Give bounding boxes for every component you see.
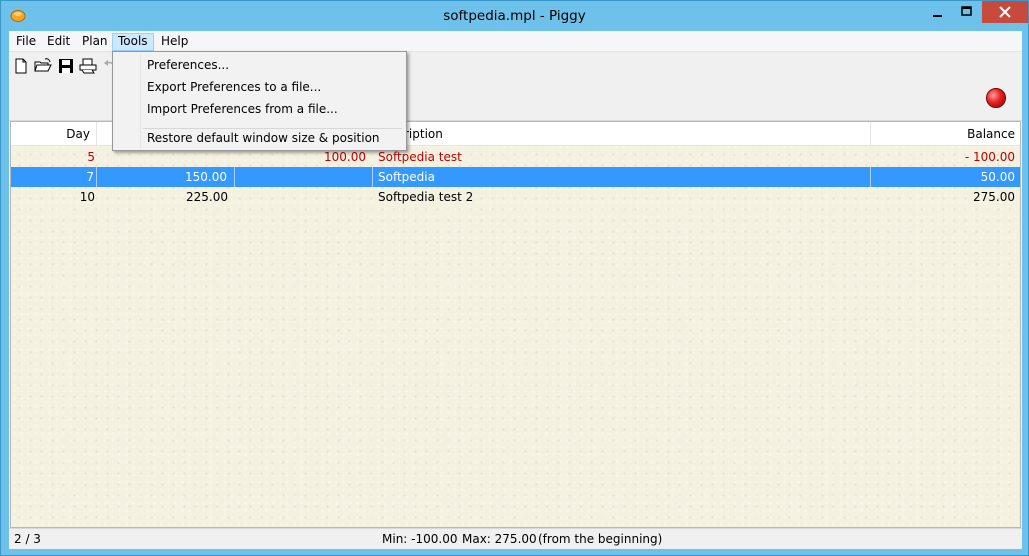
status-bar: 2 / 3 Min: -100.00 Max: 275.00 (from the… — [9, 528, 1022, 549]
cell-description: Softpedia test — [378, 150, 462, 164]
title-bar[interactable]: softpedia.mpl - Piggy — [1, 1, 1028, 31]
app-window: softpedia.mpl - Piggy File Edit Plan Too… — [0, 0, 1029, 556]
minimize-icon — [933, 15, 942, 17]
status-min: Min: -100.00 — [382, 532, 458, 546]
cell-day: 10 — [79, 190, 95, 204]
menu-gutter — [140, 54, 141, 148]
new-document-icon[interactable] — [12, 57, 30, 75]
menu-help[interactable]: Help — [156, 33, 193, 51]
menu-edit[interactable]: Edit — [42, 33, 75, 51]
tools-dropdown-menu: Preferences... Export Preferences to a f… — [112, 51, 407, 151]
cell-expense — [235, 167, 373, 187]
open-folder-icon[interactable] — [34, 57, 52, 75]
status-range: (from the beginning) — [538, 532, 663, 546]
cell-day: 7 — [11, 167, 97, 187]
menu-bar: File Edit Plan Tools Help — [9, 31, 1022, 52]
status-max: Max: 275.00 — [462, 532, 537, 546]
cell-description: Softpedia — [373, 167, 871, 187]
transactions-table[interactable]: Day ription Balance 5 100.00 Softpedia t… — [10, 121, 1021, 528]
cell-balance: 50.00 — [980, 170, 1015, 184]
save-icon[interactable] — [57, 57, 75, 75]
cell-income: 150.00 — [97, 167, 235, 187]
menu-file[interactable]: File — [11, 33, 41, 51]
record-button[interactable] — [986, 88, 1006, 108]
table-row[interactable]: 10 225.00 Softpedia test 2 275.00 — [11, 187, 1020, 207]
menu-item-export-preferences[interactable]: Export Preferences to a file... — [147, 77, 321, 97]
status-position: 2 / 3 — [14, 532, 41, 546]
minimize-button[interactable] — [923, 1, 952, 23]
menu-plan[interactable]: Plan — [77, 33, 113, 51]
cell-balance: - 100.00 — [964, 150, 1015, 164]
header-day[interactable]: Day — [11, 122, 97, 146]
menu-item-preferences[interactable]: Preferences... — [147, 55, 229, 75]
maximize-button[interactable] — [952, 1, 981, 23]
cell-expense — [235, 187, 366, 207]
header-description[interactable]: ription — [373, 122, 871, 146]
menu-item-restore-window[interactable]: Restore default window size & position — [147, 128, 380, 148]
menu-tools[interactable]: Tools — [112, 33, 154, 51]
close-button[interactable] — [982, 1, 1028, 23]
menu-item-import-preferences[interactable]: Import Preferences from a file... — [147, 99, 338, 119]
window-title: softpedia.mpl - Piggy — [443, 8, 586, 24]
cell-income: 225.00 — [186, 190, 228, 204]
table-row[interactable]: 7 150.00 Softpedia 50.00 — [11, 167, 1020, 187]
cell-description: Softpedia test 2 — [378, 190, 474, 204]
close-icon — [999, 6, 1011, 18]
maximize-icon — [961, 6, 972, 16]
header-balance[interactable]: Balance — [871, 122, 1020, 146]
cell-day: 5 — [87, 150, 95, 164]
cell-balance: 275.00 — [973, 190, 1015, 204]
print-icon[interactable] — [79, 57, 97, 75]
